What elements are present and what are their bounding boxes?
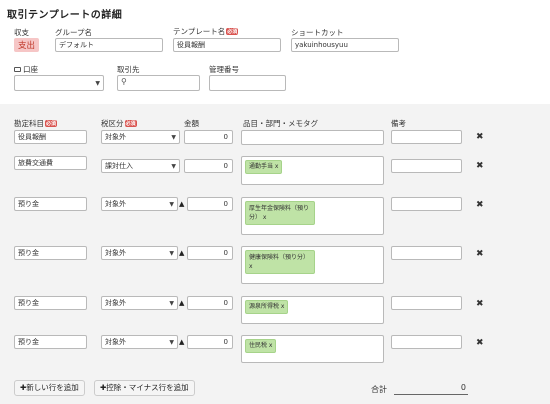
required-badge: 必須 [226,28,239,35]
note-input[interactable] [391,130,462,144]
col-amount: 金額 [184,119,199,128]
chevron-down-icon: ▼ [169,250,174,257]
col-item-dept-memo: 品目・部門・メモタグ [243,119,318,128]
chevron-down-icon: ▼ [169,339,174,346]
amount-input[interactable]: 0 [184,130,233,144]
chevron-down-icon: ▼ [95,80,100,87]
chevron-down-icon: ▼ [169,300,174,307]
income-expense-badge[interactable]: 支出 [14,38,40,52]
account-select[interactable]: ▼ [14,75,104,91]
note-input[interactable] [391,246,462,260]
tag-chip[interactable]: 健康保険料（預り分） x [245,250,315,274]
tax-class-select[interactable]: 対象外 ▼ [101,296,178,310]
tag-field[interactable]: 源泉所得税 x [241,296,384,324]
amount-input[interactable]: 0 [187,335,233,349]
account-item-input[interactable]: 旅費交通費 [14,156,87,170]
amount-input[interactable]: 0 [187,246,233,260]
chevron-down-icon: ▼ [171,163,176,170]
template-name-label: テンプレート名 必須 [173,26,239,37]
income-expense-label: 収支 [14,28,29,37]
note-input[interactable] [391,197,462,211]
account-item-input[interactable]: 預り金 [14,197,87,211]
shortcut-field[interactable]: yakuinhousyuu [291,38,399,52]
management-no-label: 管理番号 [209,65,239,74]
tax-class-value: 対象外 [105,338,126,346]
add-deduction-row-button[interactable]: ✚控除・マイナス行を追加 [94,380,195,396]
group-name-field[interactable]: デフォルト [55,38,163,52]
amount-input[interactable]: 0 [187,197,233,211]
triangle-up-icon[interactable]: ▲ [179,249,184,257]
delete-row-icon[interactable]: ✖ [476,200,484,210]
delete-row-icon[interactable]: ✖ [476,132,484,142]
col-account-item: 勘定科目 必須 [14,118,58,129]
tag-field[interactable]: 住民税 x [241,335,384,363]
col-tax-class: 税区分 必須 [101,118,137,129]
tag-field[interactable]: 健康保険料（預り分） x [241,246,384,284]
tag-field[interactable]: 厚生年金保険料（預り分） x [241,197,384,235]
partner-label: 取引先 [117,65,140,74]
amount-input[interactable]: 0 [184,159,233,173]
col-note: 備考 [391,119,406,128]
tax-class-value: 対象外 [105,200,126,208]
add-row-button[interactable]: ✚新しい行を追加 [14,380,85,396]
delete-row-icon[interactable]: ✖ [476,249,484,259]
tag-chip[interactable]: 厚生年金保険料（預り分） x [245,201,315,225]
tax-class-select[interactable]: 対象外 ▼ [101,197,178,211]
tag-chip[interactable]: 住民税 x [245,339,277,353]
total-value: 0 [460,383,466,392]
account-label-text: 口座 [23,65,38,74]
tax-class-value: 対象外 [105,249,126,257]
account-item-input[interactable]: 預り金 [14,335,87,349]
search-icon: ⚲ [121,77,127,86]
tax-class-value: 対象外 [105,133,126,141]
chevron-down-icon: ▼ [171,134,176,141]
delete-row-icon[interactable]: ✖ [476,161,484,171]
account-item-input[interactable]: 役員報酬 [14,130,87,144]
management-no-input[interactable] [209,75,286,91]
total-label: 合計 [371,385,387,394]
col-account-item-text: 勘定科目 [14,119,44,128]
account-item-input[interactable]: 預り金 [14,296,87,310]
tax-class-select[interactable]: 対象外 ▼ [101,335,178,349]
tax-class-select[interactable]: 課対仕入 ▼ [101,159,180,173]
tag-field[interactable]: 通勤手当 x [241,156,384,185]
triangle-up-icon[interactable]: ▲ [179,299,184,307]
tag-field[interactable] [241,130,384,145]
note-input[interactable] [391,335,462,349]
template-name-field[interactable]: 役員報酬 [173,38,281,52]
delete-row-icon[interactable]: ✖ [476,299,484,309]
wallet-icon [14,67,21,72]
group-name-label: グループ名 [55,28,93,37]
chevron-down-icon: ▼ [169,201,174,208]
template-name-label-text: テンプレート名 [173,27,226,36]
required-badge: 必須 [124,120,137,127]
col-tax-class-text: 税区分 [101,119,124,128]
note-input[interactable] [391,296,462,310]
page-title: 取引テンプレートの詳細 [7,10,123,21]
amount-input[interactable]: 0 [187,296,233,310]
required-badge: 必須 [45,120,58,127]
note-input[interactable] [391,159,462,173]
partner-search-input[interactable]: ⚲ [117,75,200,91]
tax-class-select[interactable]: 対象外 ▼ [101,130,180,144]
tag-chip[interactable]: 通勤手当 x [245,160,283,174]
triangle-up-icon[interactable]: ▲ [179,200,184,208]
tax-class-value: 課対仕入 [105,162,133,170]
account-label: 口座 [14,64,38,75]
total-value-field: 0 [394,383,468,395]
delete-row-icon[interactable]: ✖ [476,338,484,348]
account-item-input[interactable]: 預り金 [14,246,87,260]
shortcut-label: ショートカット [291,28,344,37]
tax-class-value: 対象外 [105,299,126,307]
tag-chip[interactable]: 源泉所得税 x [245,300,289,314]
tax-class-select[interactable]: 対象外 ▼ [101,246,178,260]
triangle-up-icon[interactable]: ▲ [179,338,184,346]
